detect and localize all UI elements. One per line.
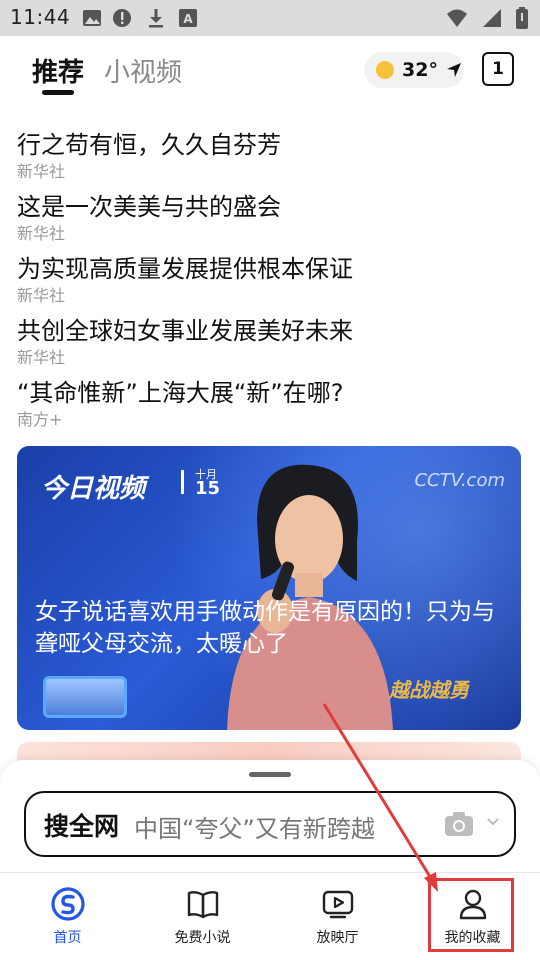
tab-short-video[interactable]: 小视频 (104, 52, 182, 89)
news-source: 新华社 (17, 348, 66, 367)
news-item[interactable]: “其命惟新”上海大展“新”在哪? 南方+ (17, 378, 527, 430)
tab-count: 1 (492, 59, 504, 79)
annotation-highlight-box (428, 878, 514, 952)
search-box[interactable]: 搜全网 中国“夸父”又有新跨越 (24, 791, 516, 857)
news-item[interactable]: 为实现高质量发展提供根本保证 新华社 (17, 254, 527, 306)
news-title: 共创全球妇女事业发展美好未来 (17, 317, 353, 345)
wifi-icon (447, 9, 467, 27)
search-input[interactable]: 中国“夸父”又有新跨越 (134, 809, 375, 844)
video-thumbnail[interactable] (43, 676, 127, 718)
download-icon (149, 9, 163, 28)
logo-divider (181, 470, 184, 494)
battery-icon (516, 7, 528, 29)
tab-recommend[interactable]: 推荐 (32, 52, 84, 89)
news-item[interactable]: 共创全球妇女事业发展美好未来 新华社 (17, 316, 527, 368)
text-icon: A (179, 9, 197, 27)
news-source: 新华社 (17, 286, 66, 305)
program-logo: 今日视频 (41, 474, 146, 504)
location-arrow-icon (446, 63, 461, 77)
news-title: “其命惟新”上海大展“新”在哪? (17, 379, 344, 407)
nav-home[interactable]: 首页 (0, 873, 135, 960)
nav-label: 放映厅 (316, 930, 359, 946)
featured-video-card[interactable]: 今日视频 十月 15 CCTV.com 女子说话喜欢用手做动作是有原因的！只为与… (17, 446, 521, 730)
weather-temperature: 32° (402, 59, 438, 81)
news-source: 新华社 (17, 162, 66, 181)
play-screen-icon (322, 890, 353, 919)
stage-logo: 越战越勇 (389, 678, 469, 702)
news-title: 为实现高质量发展提供根本保证 (17, 255, 353, 283)
channel-watermark: CCTV.com (414, 470, 505, 491)
nav-theater[interactable]: 放映厅 (270, 873, 405, 960)
news-item[interactable]: 这是一次美美与共的盛会 新华社 (17, 192, 527, 244)
book-icon (187, 891, 218, 919)
top-header: 推荐 小视频 32° 1 (0, 36, 540, 106)
sheet-drag-handle[interactable] (249, 772, 291, 777)
tab-counter-button[interactable]: 1 (482, 52, 514, 86)
video-headline: 女子说话喜欢用手做动作是有原因的！只为与聋哑父母交流，太暖心了 (35, 599, 495, 657)
weather-widget[interactable]: 32° (364, 52, 464, 88)
status-bar: 11:44 A (0, 0, 540, 36)
home-logo-icon (50, 887, 85, 921)
news-title: 行之苟有恒，久久自芬芳 (17, 131, 281, 159)
program-day: 15 (195, 478, 221, 499)
image-icon (83, 10, 101, 26)
nav-free-novels[interactable]: 免费小说 (135, 873, 270, 960)
cell-signal-icon (483, 9, 501, 27)
status-time: 11:44 (10, 5, 71, 29)
news-source: 新华社 (17, 224, 66, 243)
alert-icon (113, 9, 131, 27)
active-tab-indicator (42, 90, 74, 95)
nav-label: 首页 (53, 930, 82, 946)
chevron-down-icon[interactable] (486, 817, 500, 827)
search-sheet: 搜全网 中国“夸父”又有新跨越 (0, 760, 540, 872)
nav-label: 免费小说 (174, 930, 231, 946)
sun-icon (376, 61, 394, 79)
svg-text:A: A (183, 12, 193, 26)
news-title: 这是一次美美与共的盛会 (17, 193, 281, 221)
news-item[interactable]: 行之苟有恒，久久自芬芳 新华社 (17, 130, 527, 182)
search-brand: 搜全网 (44, 812, 120, 841)
news-source: 南方+ (17, 410, 63, 429)
camera-icon[interactable] (444, 810, 474, 838)
